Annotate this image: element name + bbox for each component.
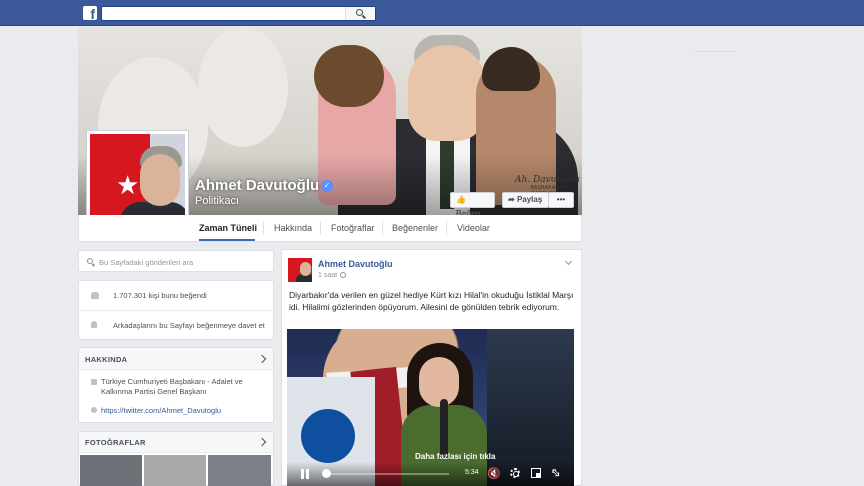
chevron-down-icon[interactable] [564, 257, 573, 266]
facebook-logo-icon[interactable]: f [83, 6, 97, 20]
page-tabs: Zaman Tüneli Hakkında Fotoğraflar Beğene… [78, 215, 582, 242]
search-icon [87, 258, 93, 264]
tab-divider [263, 221, 264, 235]
chevron-right-icon [257, 354, 267, 364]
search-button[interactable] [345, 7, 375, 20]
photo-thumbnail[interactable] [208, 455, 271, 486]
share-button-label: Paylaş [516, 195, 543, 204]
thumbs-up-icon: 👍 [456, 195, 466, 204]
cover-signature: Ah. Davutoğlu [515, 175, 580, 185]
link-icon [91, 407, 97, 413]
search-icon [356, 9, 363, 16]
pause-button[interactable] [301, 469, 310, 479]
mute-icon[interactable]: 🔇 [487, 468, 501, 479]
video-progress-bar[interactable] [323, 473, 449, 475]
page-posts-search[interactable]: Bu Sayfadaki gönderileri ara [78, 250, 274, 272]
settings-gear-icon[interactable] [510, 468, 520, 478]
pause-icon [301, 469, 304, 479]
cover-girl-hair [314, 45, 384, 107]
twitter-link[interactable]: https://twitter.com/Ahmet_Davutoglu [101, 406, 221, 415]
post-time-label: 1 saat [318, 272, 338, 279]
picture-in-picture-icon[interactable] [531, 468, 541, 478]
verified-badge-icon: ✓ [321, 180, 333, 192]
chevron-right-icon [257, 437, 267, 447]
tab-divider [382, 221, 383, 235]
tab-divider [320, 221, 321, 235]
global-search-input[interactable] [101, 6, 376, 21]
tab-videos[interactable]: Videolar [457, 223, 490, 233]
tab-timeline[interactable]: Zaman Tüneli [199, 223, 257, 233]
invite-friends-link[interactable]: Arkadaşlarını bu Sayfayı beğenmeye davet… [113, 321, 265, 330]
invite-person-icon [91, 321, 97, 328]
page-title[interactable]: Ahmet Davutoğlu [195, 177, 319, 194]
post-author-name[interactable]: Ahmet Davutoğlu [318, 259, 393, 269]
photo-thumbnail[interactable] [144, 455, 206, 486]
page-category: Politikacı [195, 195, 240, 207]
video-time-remaining: 5:34 [465, 469, 479, 476]
avatar-face [300, 262, 311, 276]
tab-photos[interactable]: Fotoğraflar [331, 223, 375, 233]
post-author-avatar[interactable] [288, 258, 312, 282]
profile-face [140, 154, 180, 206]
tab-divider [446, 221, 447, 235]
post-timestamp[interactable]: 1 saat [318, 272, 347, 279]
share-button[interactable]: ➦ Paylaş [502, 192, 549, 208]
post-video[interactable]: Daha fazlası için tıkla 5:34 🔇 ⇕ [287, 329, 574, 486]
page-search-placeholder: Bu Sayfadaki gönderileri ara [99, 258, 194, 267]
cover-boy-hair [482, 47, 540, 91]
more-options-button[interactable]: ••• [548, 192, 574, 208]
globe-icon [340, 272, 347, 279]
video-more-link[interactable]: Daha fazlası için tıkla [415, 452, 495, 461]
party-logo-icon [301, 409, 355, 463]
top-navigation-bar: f [0, 0, 864, 26]
people-icon [91, 292, 99, 299]
cover-background-figure [198, 27, 288, 147]
microphone-icon [440, 399, 448, 459]
share-arrow-icon: ➦ [508, 195, 515, 204]
about-description: Türkiye Cumhuriyeti Başbakanı - Adalet v… [101, 377, 243, 396]
likes-count-text[interactable]: 1.707.301 kişi bunu beğendi [113, 291, 207, 300]
cover-man-face [408, 45, 486, 141]
video-girl-face [419, 357, 459, 407]
divider [79, 310, 273, 311]
post-text: Diyarbakır'da verilen en güzel hediye Kü… [289, 290, 574, 312]
tab-likes[interactable]: Beğenenler [392, 223, 438, 233]
video-scrubber-handle[interactable] [322, 469, 331, 478]
info-icon [91, 379, 97, 385]
active-tab-indicator [199, 239, 255, 241]
photos-title: FOTOĞRAFLAR [85, 438, 146, 447]
likes-card: 1.707.301 kişi bunu beğendi Arkadaşların… [78, 280, 274, 340]
profile-photo: ★ [90, 134, 185, 228]
photo-thumbnail[interactable] [80, 455, 142, 486]
like-button[interactable]: 👍 Beğen [450, 192, 495, 218]
about-header[interactable]: HAKKINDA [79, 348, 273, 370]
about-title: HAKKINDA [85, 355, 128, 364]
tab-about[interactable]: Hakkında [274, 223, 312, 233]
right-column-divider [694, 51, 737, 52]
photos-header[interactable]: FOTOĞRAFLAR [79, 432, 273, 453]
about-card: HAKKINDA Türkiye Cumhuriyeti Başbakanı -… [78, 347, 274, 423]
pause-icon [306, 469, 309, 479]
